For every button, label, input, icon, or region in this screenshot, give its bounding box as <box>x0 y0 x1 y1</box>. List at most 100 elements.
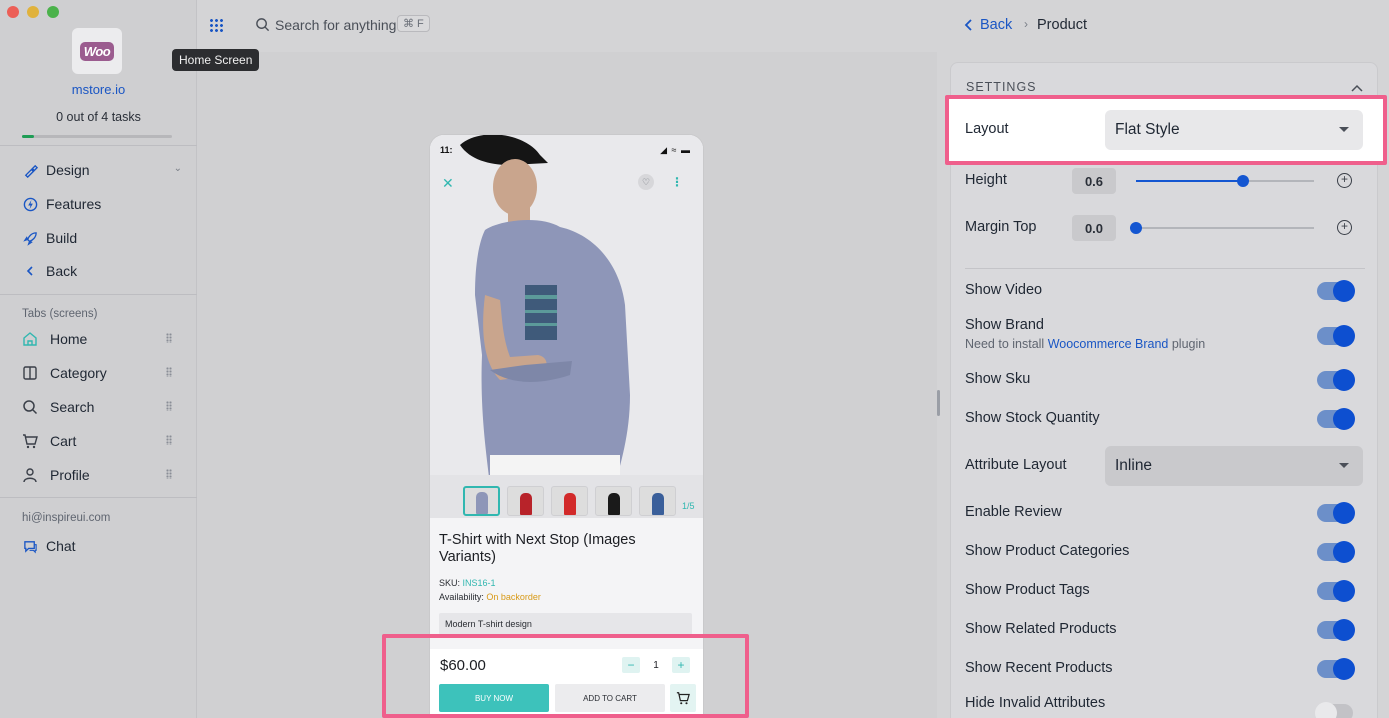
nav-features[interactable]: Features <box>22 193 182 215</box>
thumbnail-figure <box>651 493 664 515</box>
thumbnail[interactable] <box>595 486 632 516</box>
height-slider-track[interactable] <box>1136 180 1314 182</box>
chevron-left-icon <box>964 19 972 31</box>
thumbnail-figure <box>607 493 620 515</box>
show-product-tags-label: Show Product Tags <box>965 582 1090 598</box>
add-to-cart-button[interactable]: ADD TO CART <box>555 684 665 712</box>
drag-handle-icon[interactable] <box>166 469 172 479</box>
cart-icon[interactable] <box>670 684 696 712</box>
close-icon[interactable]: ✕ <box>442 175 454 192</box>
toggle-knob <box>1333 658 1355 680</box>
drag-handle-icon[interactable] <box>166 401 172 411</box>
toggle-knob <box>1333 325 1355 347</box>
tab-category[interactable]: Category <box>22 362 172 384</box>
zoom-window-button[interactable] <box>47 6 59 18</box>
product-price: $60.00 <box>440 657 486 674</box>
height-slider-knob[interactable] <box>1236 175 1249 187</box>
store-name-link[interactable]: mstore.io <box>0 82 197 97</box>
drag-handle-icon[interactable] <box>166 435 172 445</box>
show-sku-label: Show Sku <box>965 371 1031 387</box>
product-sku: SKU: INS16-1 <box>439 578 496 588</box>
show-brand-toggle[interactable] <box>1317 325 1355 347</box>
breadcrumb-current: Product <box>1037 17 1087 33</box>
attribute-layout-select[interactable]: Inline <box>1105 446 1363 486</box>
sku-label: SKU: <box>439 578 461 588</box>
chat-icon <box>22 538 38 554</box>
show-related-products-toggle[interactable] <box>1317 619 1355 641</box>
thumbnail[interactable] <box>463 486 500 516</box>
layout-label: Layout <box>965 121 1009 137</box>
divider <box>965 268 1365 269</box>
woocommerce-brand-link[interactable]: Woocommerce Brand <box>1048 337 1169 351</box>
tab-home[interactable]: Home <box>22 328 172 350</box>
hide-invalid-attributes-label: Hide Invalid Attributes <box>965 695 1106 711</box>
show-recent-products-toggle[interactable] <box>1317 658 1355 680</box>
tasks-progress-fill <box>22 135 34 138</box>
show-product-tags-toggle[interactable] <box>1317 580 1355 602</box>
toggle-knob <box>1333 541 1355 563</box>
buy-now-button[interactable]: BUY NOW <box>439 684 549 712</box>
chat-link[interactable]: Chat <box>22 535 182 557</box>
enable-review-label: Enable Review <box>965 504 1062 520</box>
heart-icon[interactable]: ♡ <box>638 174 654 190</box>
decrease-qty-button[interactable]: − <box>622 657 640 673</box>
quantity-value[interactable]: 1 <box>646 660 666 671</box>
tabs-section-label: Tabs (screens) <box>22 308 98 320</box>
panel-resize-handle[interactable] <box>937 390 940 416</box>
apps-grid-icon[interactable] <box>209 18 225 34</box>
hide-invalid-attributes-toggle[interactable] <box>1315 702 1353 718</box>
divider <box>0 294 197 295</box>
brush-icon <box>22 162 38 178</box>
show-video-label: Show Video <box>965 282 1043 298</box>
support-email: hi@inspireui.com <box>22 512 111 524</box>
sidebar: Woo mstore.io 0 out of 4 tasks Design ⌄ … <box>0 0 197 718</box>
margin-top-add-icon[interactable]: + <box>1337 220 1352 235</box>
show-sku-toggle[interactable] <box>1317 369 1355 391</box>
search-icon[interactable] <box>255 17 270 37</box>
chevron-up-icon[interactable] <box>1351 81 1363 95</box>
increase-qty-button[interactable]: + <box>672 657 690 673</box>
nav-back[interactable]: Back <box>22 260 182 282</box>
tab-search[interactable]: Search <box>22 396 172 418</box>
close-window-button[interactable] <box>7 6 19 18</box>
height-value[interactable]: 0.6 <box>1072 168 1116 194</box>
chat-label: Chat <box>46 538 76 554</box>
cart-icon <box>22 433 38 449</box>
search-input[interactable]: Search for anything <box>275 17 396 33</box>
store-logo[interactable]: Woo <box>72 28 122 74</box>
drag-handle-icon[interactable] <box>166 367 172 377</box>
nav-build[interactable]: Build <box>22 227 182 249</box>
height-slider-fill <box>1136 180 1243 182</box>
layout-select[interactable]: Flat Style <box>1105 110 1363 150</box>
thumbnail[interactable] <box>507 486 544 516</box>
thumbnail[interactable] <box>639 486 676 516</box>
tab-category-label: Category <box>50 365 107 381</box>
margin-top-value[interactable]: 0.0 <box>1072 215 1116 241</box>
margin-top-slider-knob[interactable] <box>1130 222 1142 234</box>
show-stock-quantity-toggle[interactable] <box>1317 408 1355 430</box>
show-video-toggle[interactable] <box>1317 280 1355 302</box>
height-add-icon[interactable]: + <box>1337 173 1352 188</box>
toggle-knob <box>1333 619 1355 641</box>
drag-handle-icon[interactable] <box>166 333 172 343</box>
back-link[interactable]: Back <box>964 17 1012 33</box>
top-bar: Search for anything ⌘ F <box>197 0 937 52</box>
margin-top-slider-track[interactable] <box>1136 227 1314 229</box>
show-brand-note: Need to install Woocommerce Brand plugin <box>965 337 1205 351</box>
nav-back-label: Back <box>46 263 78 279</box>
tab-cart[interactable]: Cart <box>22 430 172 452</box>
product-image[interactable]: 11: ◢ ≈ ▬ ✕ ♡ ⋮ 1/5 <box>430 135 703 518</box>
availability-value: On backorder <box>486 592 541 602</box>
attribute-layout-label: Attribute Layout <box>965 457 1067 473</box>
show-product-categories-toggle[interactable] <box>1317 541 1355 563</box>
thumbnail[interactable] <box>551 486 588 516</box>
nav-design[interactable]: Design ⌄ <box>22 159 182 181</box>
enable-review-toggle[interactable] <box>1317 502 1355 524</box>
show-recent-products-label: Show Recent Products <box>965 660 1113 676</box>
tab-profile[interactable]: Profile <box>22 464 172 486</box>
more-vertical-icon[interactable]: ⋮ <box>671 175 683 189</box>
minimize-window-button[interactable] <box>27 6 39 18</box>
home-icon <box>22 331 38 347</box>
user-icon <box>22 467 38 483</box>
chevron-right-icon: › <box>1024 17 1028 31</box>
